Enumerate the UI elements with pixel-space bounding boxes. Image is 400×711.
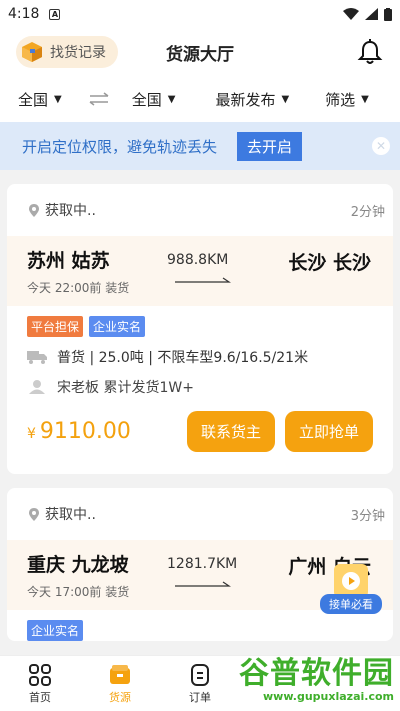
cargo-box-icon — [110, 664, 130, 684]
package-icon — [22, 42, 42, 62]
truck-icon — [27, 351, 47, 364]
sort-select[interactable]: 最新发布 ▼ — [215, 89, 289, 110]
site-watermark: 谷普软件园 www.gupuxlazai.com — [239, 656, 394, 704]
route-block: 苏州 姑苏 今天 22:00前 装货 988.8KM 长沙 长沙 — [7, 236, 393, 306]
to-region-label: 全国 — [131, 90, 162, 109]
watermark-url: www.gupuxlazai.com — [263, 690, 394, 703]
close-icon[interactable]: ✕ — [372, 137, 390, 155]
find-records-button[interactable]: 找货记录 — [16, 36, 118, 68]
filter-label: 筛选 — [325, 90, 356, 109]
current-location: 获取中.. — [45, 507, 96, 523]
from-region-label: 全国 — [18, 90, 49, 109]
bell-icon[interactable] — [356, 38, 384, 66]
verified-company-badge: 企业实名 — [89, 316, 146, 337]
play-video-icon — [334, 564, 368, 598]
notification-a-icon: A — [49, 8, 61, 20]
from-region-select[interactable]: 全国 ▼ — [18, 89, 62, 110]
grab-order-button[interactable]: 立即抢单 — [284, 411, 373, 452]
user-icon — [29, 380, 45, 394]
home-grid-icon — [29, 663, 51, 686]
filter-select[interactable]: 筛选 ▼ — [325, 89, 369, 110]
contact-shipper-button[interactable]: 联系货主 — [186, 411, 275, 452]
caret-down-icon: ▼ — [167, 93, 176, 105]
battery-icon — [384, 7, 392, 21]
caret-down-icon: ▼ — [361, 93, 369, 105]
status-bar: 4:18 A — [0, 0, 400, 28]
tab-orders[interactable]: 订单 — [160, 656, 240, 711]
order-guide-label: 接单必看 — [320, 594, 382, 614]
posted-time: 2分钟 — [350, 204, 385, 220]
tab-cargo[interactable]: 货源 — [80, 656, 160, 711]
freight-price: ¥9110.00 — [27, 419, 131, 444]
distance: 988.8KM — [167, 252, 229, 268]
shipper-info: 宋老板 累计发货1W+ — [57, 380, 194, 396]
enable-location-button[interactable]: 去开启 — [237, 131, 303, 161]
wifi-icon — [343, 8, 359, 20]
location-permission-banner: 开启定位权限，避免轨迹丢失 去开启 ✕ — [0, 122, 400, 170]
location-pin-icon — [29, 507, 39, 521]
banner-text: 开启定位权限，避免轨迹丢失 — [22, 137, 218, 156]
route-arrow-icon — [175, 277, 231, 283]
watermark-title: 谷普软件园 — [239, 656, 394, 691]
currency-symbol: ¥ — [27, 426, 36, 442]
platform-guarantee-badge: 平台担保 — [27, 316, 84, 337]
caret-down-icon: ▼ — [54, 93, 62, 105]
sort-label: 最新发布 — [215, 90, 276, 109]
filter-bar: 全国 ▼ 全国 ▼ 最新发布 ▼ 筛选 ▼ — [0, 76, 400, 122]
swap-icon[interactable] — [88, 92, 110, 106]
order-guide-float[interactable]: 接单必看 — [320, 564, 382, 614]
location-pin-icon — [29, 203, 39, 217]
tab-home[interactable]: 首页 — [0, 656, 80, 711]
top-bar: 找货记录 货源大厅 — [0, 28, 400, 76]
distance: 1281.7KM — [167, 556, 238, 572]
tab-home-label: 首页 — [29, 690, 51, 704]
caret-down-icon: ▼ — [281, 93, 290, 105]
posted-time: 3分钟 — [350, 508, 385, 524]
signal-icon — [365, 8, 378, 20]
destination-city: 长沙 长沙 — [288, 252, 371, 274]
verified-company-badge: 企业实名 — [27, 620, 84, 641]
tab-orders-label: 订单 — [189, 690, 211, 704]
route-arrow-icon — [175, 581, 231, 587]
price-value: 9110.00 — [39, 419, 131, 444]
orders-icon — [191, 663, 209, 686]
current-location: 获取中.. — [45, 203, 96, 219]
find-records-label: 找货记录 — [50, 45, 106, 61]
cargo-card[interactable]: 获取中.. 2分钟 苏州 姑苏 今天 22:00前 装货 988.8KM 长沙 … — [7, 184, 393, 474]
tab-cargo-label: 货源 — [109, 690, 131, 704]
status-time: 4:18 — [8, 6, 40, 22]
cargo-details: 普货 | 25.0吨 | 不限车型9.6/16.5/21米 — [57, 350, 309, 366]
to-region-select[interactable]: 全国 ▼ — [132, 89, 176, 110]
